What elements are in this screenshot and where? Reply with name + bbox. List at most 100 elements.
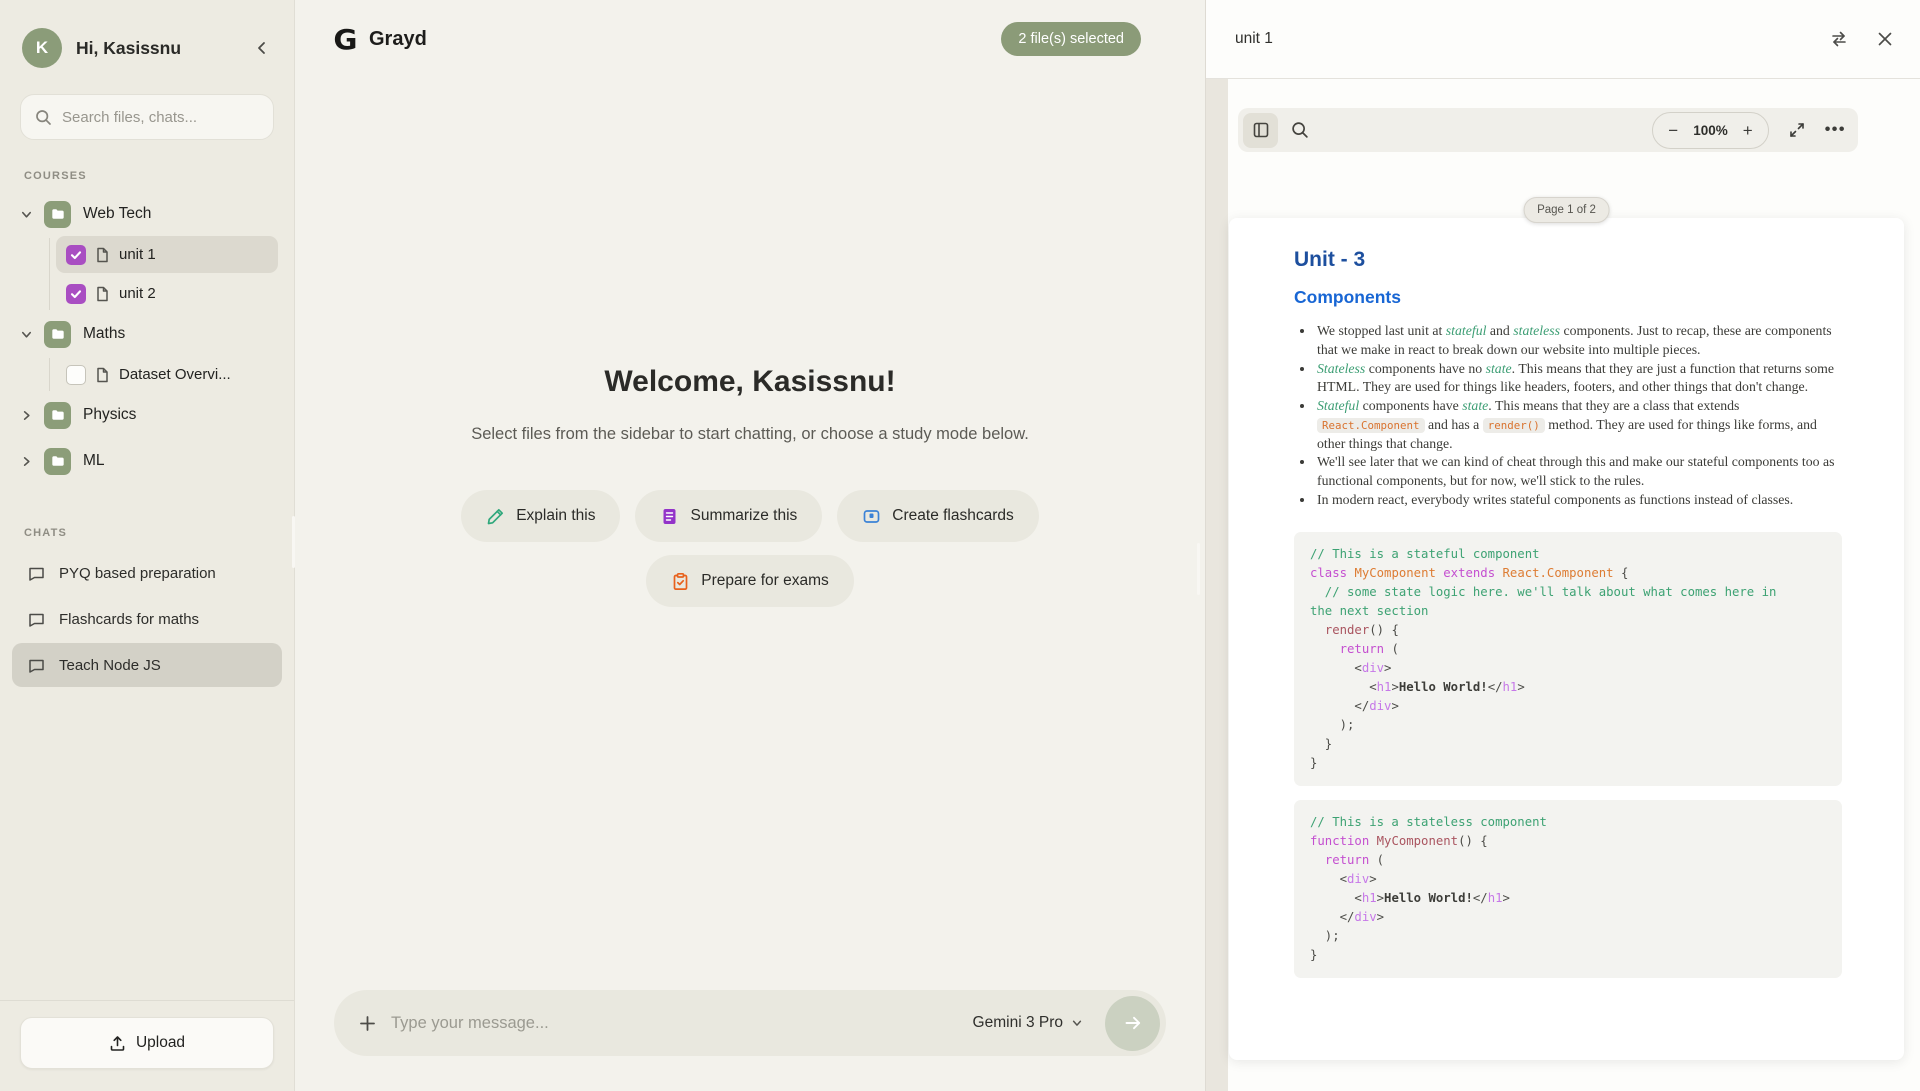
course-folder-physics[interactable]: Physics [12,395,282,435]
folder-icon [44,448,71,475]
pdf-search-icon[interactable] [1291,121,1309,139]
doc-bullet: In modern react, everybody writes statef… [1315,491,1842,510]
file-row-unit-1[interactable]: unit 1 [56,236,278,273]
checkbox-checked[interactable] [66,245,86,265]
zoom-level: 100% [1693,123,1728,138]
welcome-subtitle: Select files from the sidebar to start c… [471,425,1029,444]
viewer-header: unit 1 [1206,0,1920,79]
sidebar-scroll: COURSES Web Tech unit 1 [0,146,294,1000]
study-modes: Explain this Summarize this Create flash… [461,490,1039,607]
model-selector[interactable]: Gemini 3 Pro [973,1014,1083,1032]
more-options-icon[interactable]: ••• [1825,121,1846,139]
checkbox-unchecked[interactable] [66,365,86,385]
folder-label: Physics [83,406,136,424]
doc-bullet: We stopped last unit at stateful and sta… [1315,322,1842,360]
search-box[interactable] [20,94,274,140]
folder-children: Dataset Overvi... [12,356,282,393]
attach-plus-icon[interactable] [358,1014,377,1033]
folder-label: Web Tech [83,205,151,223]
zoom-in-button[interactable]: + [1743,122,1753,139]
viewer-body: − 100% + ••• Page 1 of 2 Unit - 3 Compon… [1206,79,1920,1091]
doc-bullet-list: We stopped last unit at stateful and sta… [1294,322,1842,510]
flashcard-icon [862,507,881,526]
composer-wrap: Gemini 3 Pro [295,990,1205,1091]
pencil-icon [486,507,505,526]
send-button[interactable] [1105,996,1160,1051]
summarize-this-button[interactable]: Summarize this [635,490,822,542]
message-composer[interactable]: Gemini 3 Pro [334,990,1166,1056]
chevron-down-icon[interactable] [18,208,34,221]
viewer-resize-handle[interactable] [1197,543,1200,595]
welcome-zone: Welcome, Kasissnu! Select files from the… [295,30,1205,942]
study-modes-row-1: Explain this Summarize this Create flash… [461,490,1039,542]
chat-item-pyq-based-preparation[interactable]: PYQ based preparation [12,551,282,595]
file-icon [95,247,110,263]
button-label: Explain this [516,507,595,525]
upload-button[interactable]: Upload [20,1017,274,1069]
pdf-page: Page 1 of 2 Unit - 3 Components We stopp… [1229,218,1904,1060]
swap-panel-icon[interactable] [1829,29,1849,49]
search-icon [35,109,52,126]
course-folder-maths[interactable]: Maths [12,314,282,354]
file-icon [95,367,110,383]
chat-bubble-icon [28,611,45,628]
chats-section-label: CHATS [24,527,270,539]
sidebar-resize-handle[interactable] [292,516,295,568]
close-icon[interactable] [1876,30,1894,48]
prepare-for-exams-button[interactable]: Prepare for exams [646,555,854,607]
doc-bullet: We'll see later that we can kind of chea… [1315,453,1842,491]
viewer-gutter [1206,79,1228,1091]
file-row-dataset-overview[interactable]: Dataset Overvi... [56,356,278,393]
clipboard-check-icon [671,572,690,591]
avatar[interactable]: K [22,28,62,68]
code-block-stateful: // This is a stateful componentclass MyC… [1294,532,1842,786]
button-label: Create flashcards [892,507,1013,525]
chat-bubble-icon [28,657,45,674]
chevron-right-icon[interactable] [18,409,34,422]
page-number-badge: Page 1 of 2 [1523,197,1610,223]
search-input[interactable] [62,109,259,126]
doc-subheading: Components [1294,287,1842,308]
create-flashcards-button[interactable]: Create flashcards [837,490,1038,542]
chat-bubble-icon [28,565,45,582]
explain-this-button[interactable]: Explain this [461,490,620,542]
folder-icon [44,321,71,348]
chat-label: Teach Node JS [59,657,161,674]
zoom-out-button[interactable]: − [1668,122,1678,139]
folder-children: unit 1 unit 2 [12,236,282,312]
folder-label: Maths [83,325,125,343]
chat-item-teach-node-js[interactable]: Teach Node JS [12,643,282,687]
sidebar-footer: Upload [0,1000,294,1091]
thumbnail-panel-toggle-button[interactable] [1243,113,1278,148]
code-block-stateless: // This is a stateless componentfunction… [1294,800,1842,978]
button-label: Prepare for exams [701,572,829,590]
main-panel: G Grayd 2 file(s) selected Welcome, Kasi… [295,0,1205,1091]
button-label: Summarize this [690,507,797,525]
folder-label: ML [83,452,105,470]
upload-icon [109,1035,126,1052]
courses-section-label: COURSES [24,170,270,182]
course-folder-web-tech[interactable]: Web Tech [12,194,282,234]
checkbox-checked[interactable] [66,284,86,304]
message-input[interactable] [391,1014,959,1033]
sidebar-collapse-button[interactable] [250,36,274,60]
fullscreen-icon[interactable] [1788,121,1806,139]
file-row-unit-2[interactable]: unit 2 [56,275,278,312]
panel-left-icon [1252,121,1270,139]
sidebar: K Hi, Kasissnu COURSES Web Tech [0,0,295,1091]
file-label: unit 1 [119,246,156,263]
course-folder-ml[interactable]: ML [12,441,282,481]
chevron-down-icon [1071,1017,1083,1029]
file-icon [95,286,110,302]
upload-label: Upload [136,1034,185,1052]
folder-icon [44,402,71,429]
chevron-right-icon[interactable] [18,455,34,468]
pdf-toolbar: − 100% + ••• [1238,108,1858,152]
chat-item-flashcards-for-maths[interactable]: Flashcards for maths [12,597,282,641]
folder-icon [44,201,71,228]
document-icon [660,507,679,526]
sidebar-header: K Hi, Kasissnu [0,0,294,78]
chevron-down-icon[interactable] [18,328,34,341]
viewer-content: − 100% + ••• Page 1 of 2 Unit - 3 Compon… [1228,79,1920,1091]
chat-label: Flashcards for maths [59,611,199,628]
